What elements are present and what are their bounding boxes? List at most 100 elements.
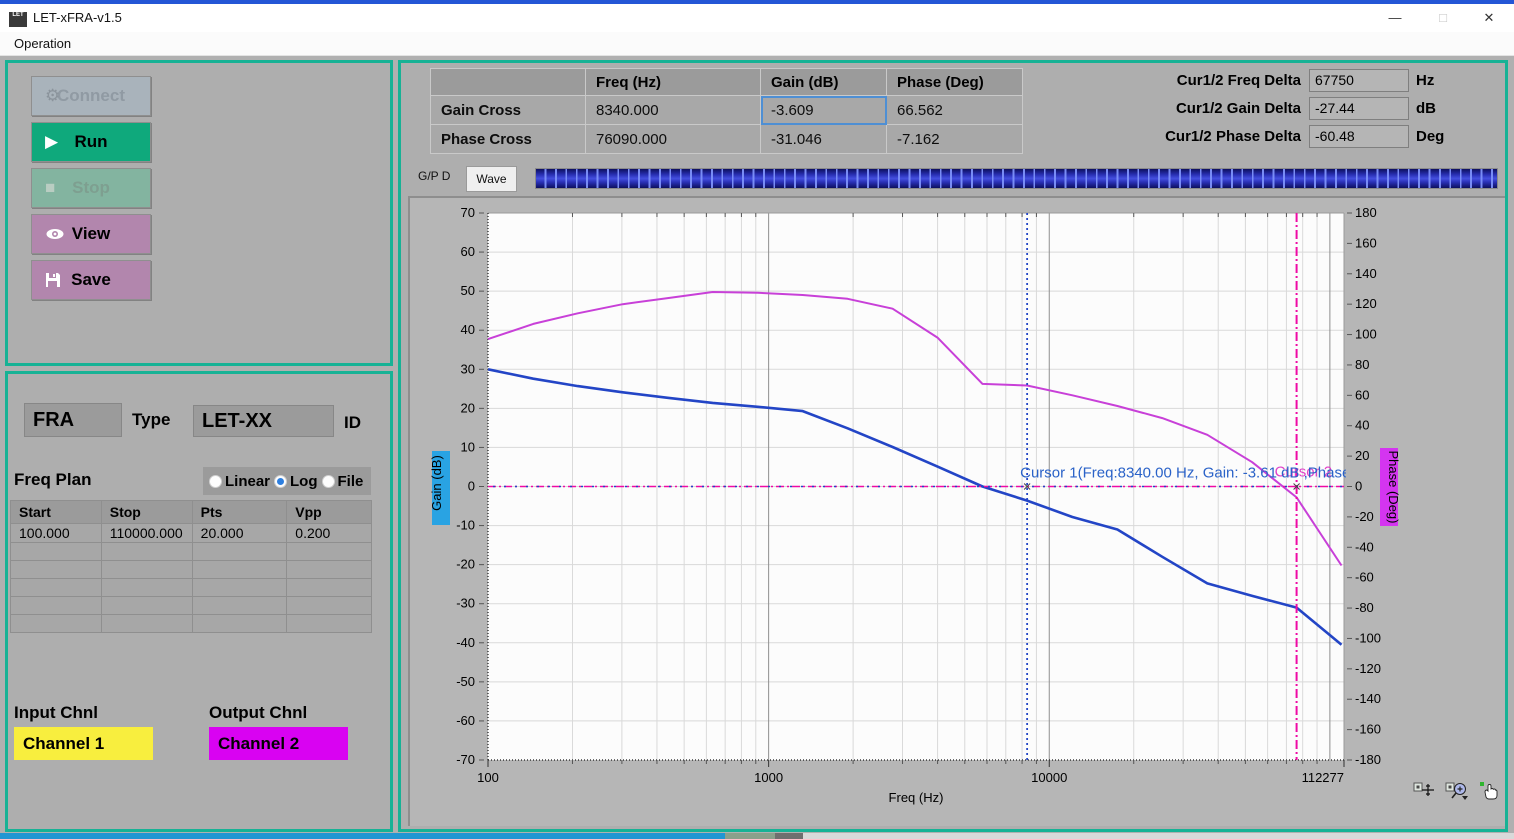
freq-plan-data-row-cell[interactable]: 100.000	[10, 523, 102, 543]
radio-file[interactable]: File	[321, 473, 363, 490]
freq-delta-label: Cur1/2 Freq Delta	[1176, 71, 1301, 89]
freq-plan-empty-row-cell	[10, 578, 102, 597]
svg-text:-50: -50	[456, 674, 475, 689]
window-title: LET-xFRA-v1.5	[33, 10, 122, 25]
gain-cross-phase[interactable]: 66.562	[886, 95, 1023, 125]
freq-plan-empty-row-cell	[286, 578, 372, 597]
output-channel-selector[interactable]: Channel 2	[209, 727, 348, 760]
svg-text:-70: -70	[456, 752, 475, 767]
svg-text:60: 60	[461, 244, 475, 259]
close-button[interactable]: ✕	[1474, 4, 1504, 32]
input-chnl-label: Input Chnl	[14, 703, 99, 722]
gain-cross-gain[interactable]: -3.609	[760, 95, 887, 125]
svg-text:10: 10	[461, 439, 475, 454]
minimize-button[interactable]: —	[1380, 4, 1410, 32]
gain-delta-label: Cur1/2 Gain Delta	[1175, 99, 1301, 117]
radio-linear-dot[interactable]	[209, 474, 222, 488]
phase-cross-phase[interactable]: -7.162	[886, 124, 1023, 154]
connect-button[interactable]: ⚙ Connect	[31, 76, 151, 116]
freq-plan-empty-row	[10, 578, 372, 597]
output-chnl-label: Output Chnl	[209, 703, 308, 722]
cross-table-header-freq: Freq (Hz)	[585, 68, 761, 96]
freq-plan-header-stop: Stop	[100, 500, 193, 524]
freq-plan-empty-row-cell	[191, 614, 288, 633]
type-field[interactable]: FRA	[24, 403, 122, 437]
freq-plan-data-row-cell[interactable]: 20.000	[191, 523, 288, 543]
id-field[interactable]: LET-XX	[193, 405, 334, 437]
freq-plan-data-row-cell[interactable]: 110000.000	[100, 523, 193, 543]
id-label: ID	[344, 413, 361, 432]
application-window: LET LET-xFRA-v1.5 — □ ✕ Operation ⚙ Conn…	[0, 0, 1514, 839]
save-button[interactable]: Save	[31, 260, 151, 300]
zoom-tool-icon[interactable]	[1445, 781, 1471, 801]
freq-plan-empty-row-cell	[100, 596, 193, 615]
freq-plan-empty-row-cell	[191, 578, 288, 597]
gain-delta-value: -27.44	[1309, 96, 1409, 120]
radio-linear[interactable]: Linear	[209, 473, 270, 490]
freq-plan-empty-row-cell	[10, 614, 102, 633]
freq-plan-empty-row-cell	[100, 560, 193, 579]
radio-log[interactable]: Log	[274, 473, 318, 490]
phase-cross-freq[interactable]: 76090.000	[585, 124, 761, 154]
svg-text:40: 40	[461, 322, 475, 337]
radio-log-label: Log	[290, 472, 318, 490]
freq-plan-empty-row-cell	[286, 560, 372, 579]
cross-table-header-gain: Gain (dB)	[760, 68, 887, 96]
radio-file-dot[interactable]	[321, 474, 335, 488]
bode-plot[interactable]: -70 -60 -50 -40 -30 -20 -10 0 10 20 30 40 50 60 70 -180…	[408, 196, 1505, 826]
freq-plan-empty-row-cell	[286, 542, 372, 561]
svg-text:20: 20	[1355, 448, 1369, 463]
svg-text:-100: -100	[1355, 630, 1381, 645]
svg-text:0: 0	[1355, 479, 1362, 494]
freq-plan-header-row: Start Stop Pts Vpp	[10, 500, 372, 524]
gain-cross-freq[interactable]: 8340.000	[585, 95, 761, 125]
phase-axis-label: Phase (Deg)	[1386, 451, 1401, 524]
freq-plan-empty-row-cell	[10, 596, 102, 615]
maximize-button[interactable]: □	[1428, 4, 1458, 32]
menu-bar: Operation	[0, 32, 1514, 56]
freq-plan-data-row: 100.000 110000.000 20.000 0.200	[10, 523, 372, 543]
svg-text:-60: -60	[456, 713, 475, 728]
freq-plan-empty-row-cell	[100, 542, 193, 561]
type-label: Type	[132, 410, 171, 429]
svg-text:180: 180	[1355, 205, 1377, 220]
freq-plan-data-row-cell[interactable]: 0.200	[286, 523, 372, 543]
gain-delta-unit: dB	[1416, 99, 1436, 117]
taskbar-sliver-green	[725, 833, 775, 839]
save-button-label: Save	[71, 270, 111, 289]
freq-plan-empty-row-cell	[191, 560, 288, 579]
connect-button-label: Connect	[57, 86, 125, 105]
view-button[interactable]: View	[31, 214, 151, 254]
cross-table-header-row: Freq (Hz) Gain (dB) Phase (Deg)	[430, 68, 1023, 96]
svg-text:80: 80	[1355, 357, 1369, 372]
app-icon: LET	[9, 12, 27, 27]
run-button-label: Run	[74, 132, 108, 151]
tab-wave[interactable]: Wave	[466, 166, 517, 192]
stop-button-label: Stop	[72, 178, 110, 197]
freq-plan-header-start: Start	[10, 500, 102, 524]
svg-text:50: 50	[461, 283, 475, 298]
run-button[interactable]: ▶ Run	[31, 122, 151, 162]
stop-square-icon: ■	[45, 178, 56, 197]
freq-plan-empty-row-cell	[100, 614, 193, 633]
menu-operation[interactable]: Operation	[8, 32, 77, 56]
bode-plot-svg[interactable]: -70-60-50-40-30-20-10010203040506070-180…	[408, 196, 1505, 826]
input-channel-selector[interactable]: Channel 1	[14, 727, 153, 760]
eye-icon	[45, 227, 65, 241]
stop-button[interactable]: ■ Stop	[31, 168, 151, 208]
svg-text:160: 160	[1355, 235, 1377, 250]
cross-measurements-table: Freq (Hz) Gain (dB) Phase (Deg) Gain Cro…	[430, 68, 1023, 154]
title-bar: LET LET-xFRA-v1.5 — □ ✕	[0, 4, 1514, 32]
freq-plan-empty-row-cell	[10, 542, 102, 561]
svg-text:20: 20	[461, 400, 475, 415]
freq-plan-header-vpp: Vpp	[286, 500, 372, 524]
svg-text:-40: -40	[456, 635, 475, 650]
cursor-tool-icon[interactable]	[1413, 781, 1437, 801]
tab-gpd[interactable]: G/P D	[418, 169, 450, 183]
pan-hand-tool-icon[interactable]	[1479, 781, 1501, 801]
phase-cross-gain[interactable]: -31.046	[760, 124, 887, 154]
svg-text:-160: -160	[1355, 722, 1381, 737]
radio-log-dot[interactable]	[274, 474, 288, 488]
freq-plan-table[interactable]: Start Stop Pts Vpp 100.000 110000.000 20.0…	[10, 500, 372, 633]
svg-text:-120: -120	[1355, 661, 1381, 676]
